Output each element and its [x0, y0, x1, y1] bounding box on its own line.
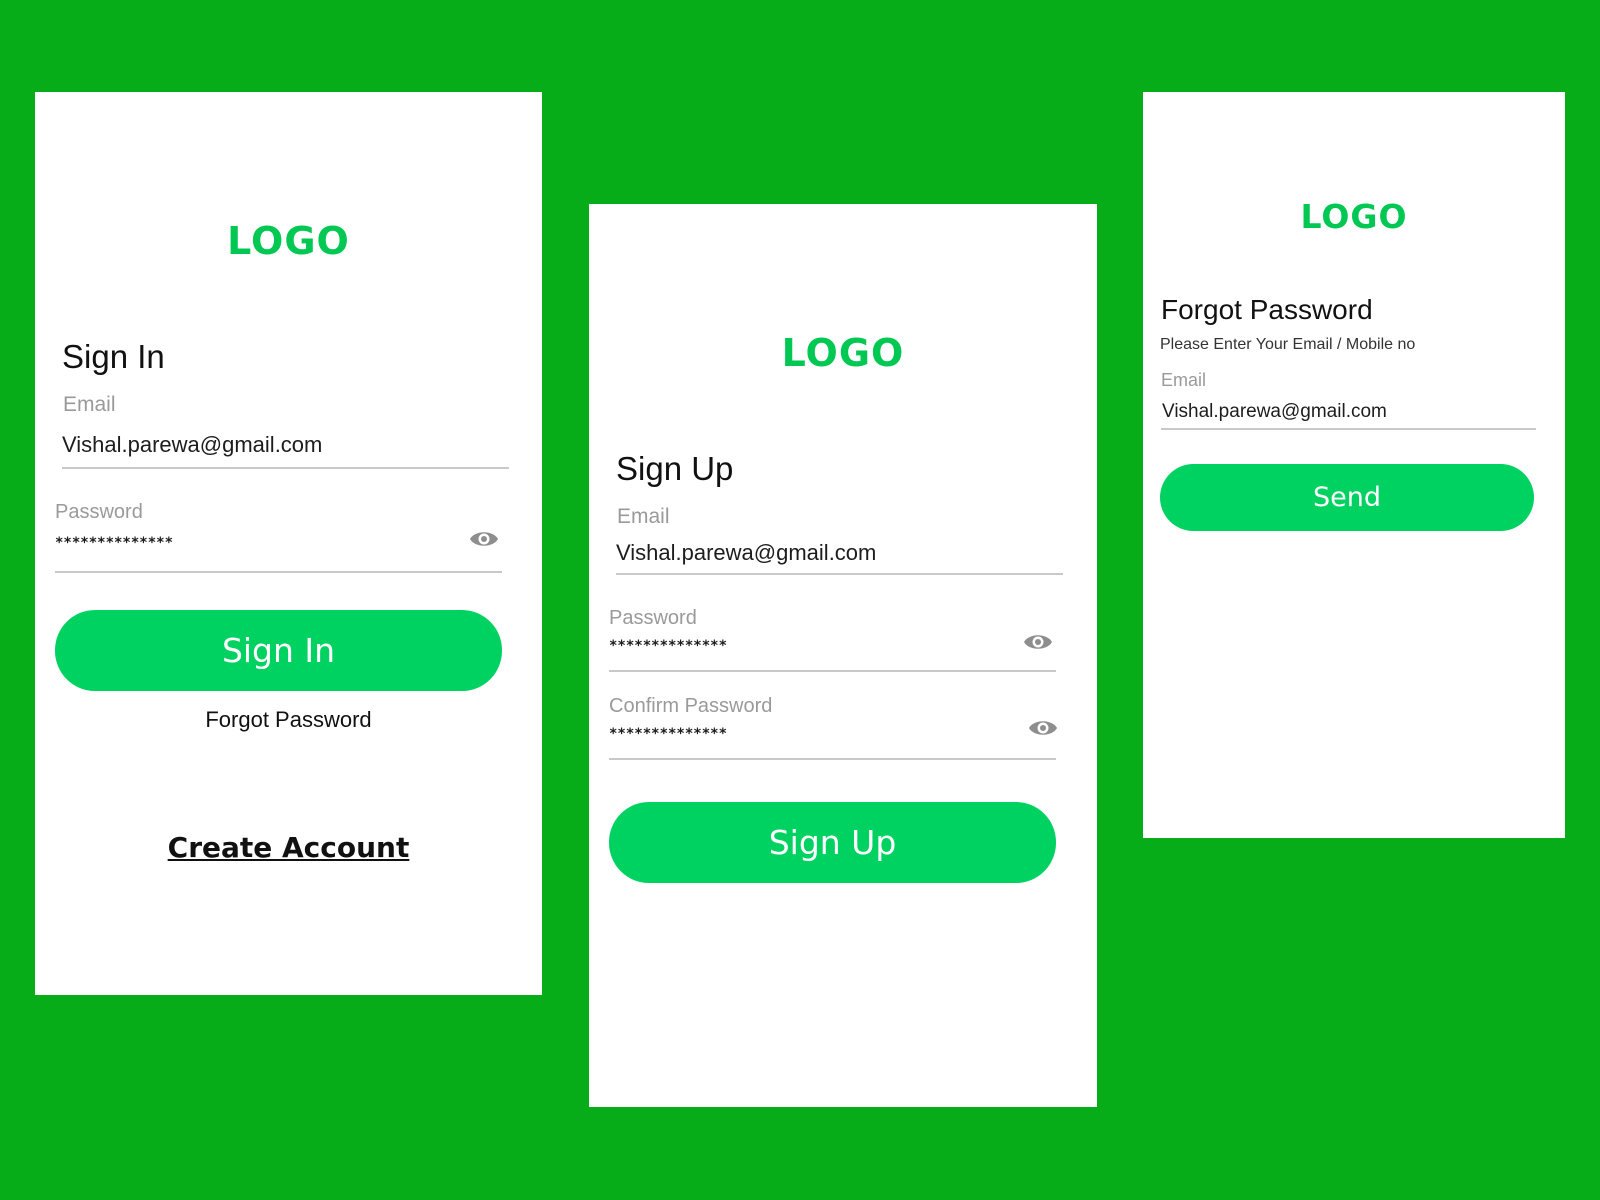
signup-logo: LOGO: [781, 331, 905, 375]
signin-email-value: Vishal.parewa@gmail.com: [62, 432, 323, 457]
signup-confirm-label: Confirm Password: [609, 695, 773, 717]
signup-email-value: Vishal.parewa@gmail.com: [616, 540, 877, 565]
signup-card: LOGO Sign Up Email Vishal.parewa@gmail.c…: [589, 204, 1097, 1107]
eye-icon[interactable]: [469, 529, 499, 549]
signup-email-label: Email: [617, 505, 670, 528]
forgot-email-value: Vishal.parewa@gmail.com: [1162, 401, 1387, 422]
signin-email-underline: [62, 467, 509, 469]
signin-title: Sign In: [62, 338, 165, 375]
signin-card: LOGO Sign In Email Vishal.parewa@gmail.c…: [35, 92, 542, 995]
signin-password-label: Password: [55, 501, 143, 523]
signin-password-value: **************: [55, 535, 174, 551]
signin-password-field[interactable]: Password **************: [55, 502, 502, 577]
create-account-link[interactable]: Create Account: [35, 834, 542, 862]
signup-password-value: **************: [609, 638, 728, 654]
forgot-title: Forgot Password: [1161, 294, 1373, 325]
forgot-password-link[interactable]: Forgot Password: [35, 709, 542, 731]
signin-email-label: Email: [63, 393, 116, 416]
signup-email-underline: [616, 573, 1063, 575]
signup-button[interactable]: Sign Up: [609, 802, 1056, 883]
send-button[interactable]: Send: [1160, 464, 1534, 531]
signup-email-field[interactable]: Email Vishal.parewa@gmail.com: [616, 506, 1063, 584]
forgot-subtitle: Please Enter Your Email / Mobile no: [1160, 336, 1416, 353]
signup-password-label: Password: [609, 607, 697, 629]
signup-title: Sign Up: [616, 450, 734, 487]
signin-button[interactable]: Sign In: [55, 610, 502, 691]
signup-confirm-password-field[interactable]: Confirm Password **************: [609, 695, 1058, 768]
signin-logo: LOGO: [227, 219, 350, 263]
forgot-card: LOGO Forgot Password Please Enter Your E…: [1143, 92, 1565, 838]
signup-password-underline: [609, 670, 1056, 672]
signup-confirm-value: **************: [609, 726, 728, 742]
signup-confirm-underline: [609, 758, 1056, 760]
signin-password-underline: [55, 571, 502, 573]
signin-email-field[interactable]: Email Vishal.parewa@gmail.com: [62, 394, 509, 472]
eye-icon[interactable]: [1028, 718, 1058, 738]
signup-password-field[interactable]: Password **************: [609, 608, 1056, 680]
eye-icon[interactable]: [1023, 632, 1053, 652]
forgot-email-field[interactable]: Email Vishal.parewa@gmail.com: [1161, 371, 1536, 431]
forgot-email-label: Email: [1161, 370, 1207, 390]
forgot-email-underline: [1161, 428, 1536, 430]
forgot-logo: LOGO: [1300, 197, 1408, 236]
